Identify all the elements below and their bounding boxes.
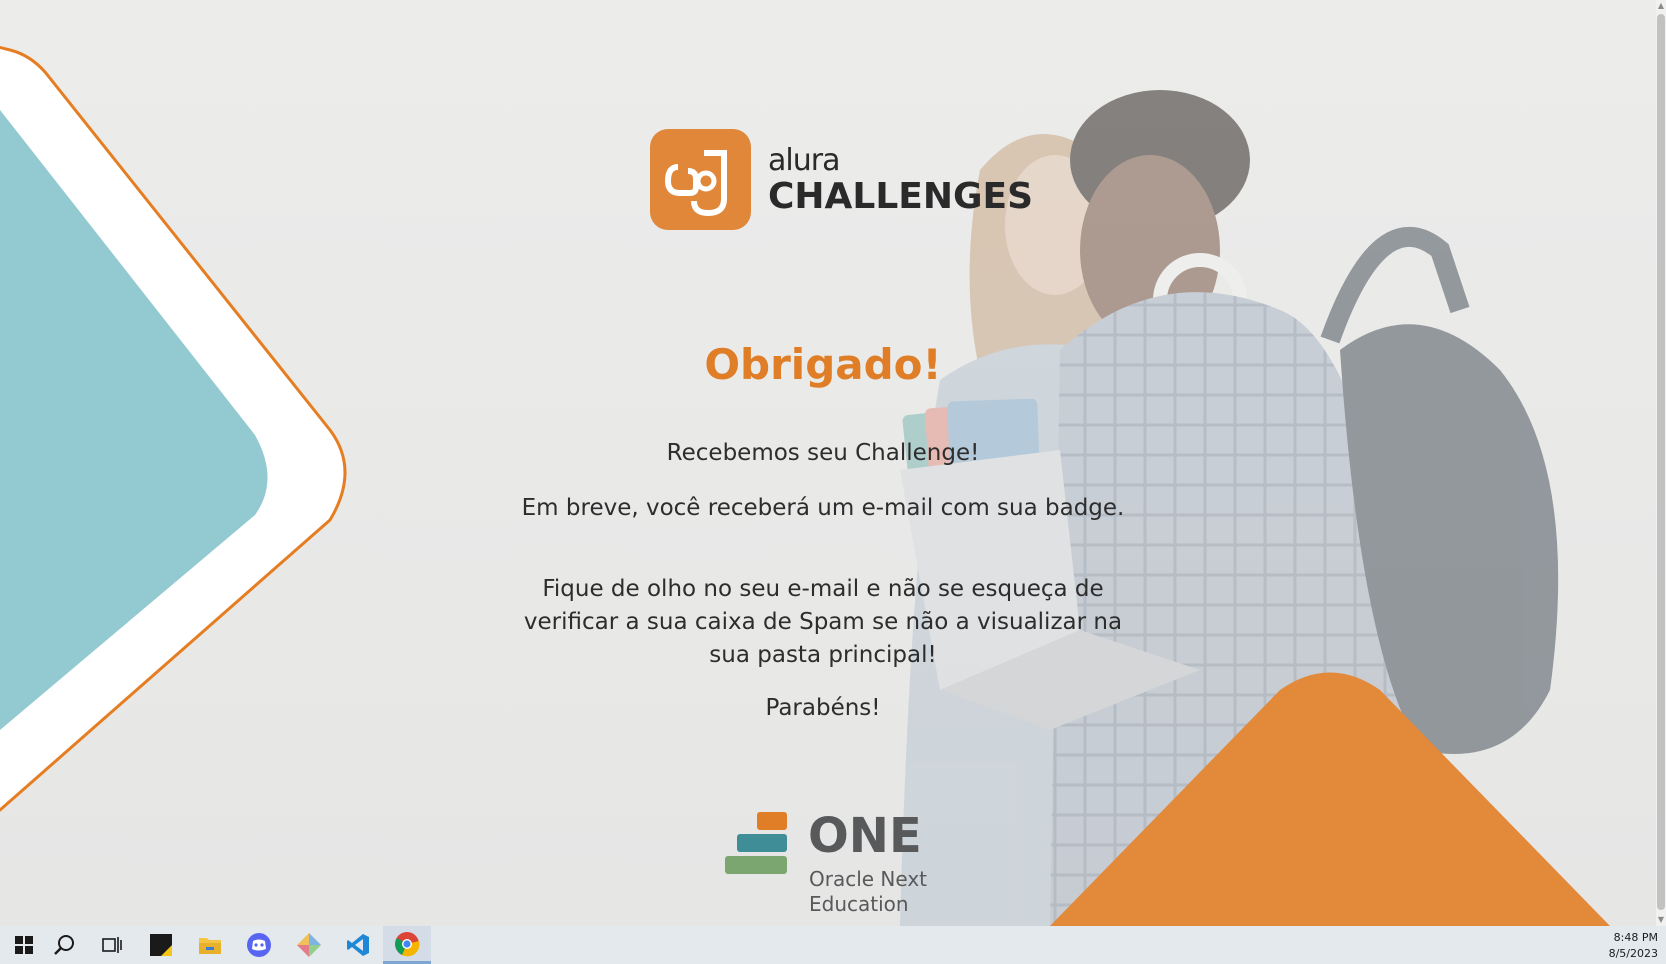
- one-subtitle: Oracle Next Education: [809, 867, 927, 917]
- system-clock[interactable]: 8:48 PM 8/5/2023: [1609, 930, 1658, 962]
- oracle-next-education-logo: ONE Oracle Next Education: [725, 808, 945, 918]
- scroll-up-icon[interactable]: ▲: [1656, 0, 1666, 12]
- one-stack-icon: [725, 812, 787, 874]
- message-line-1: Recebemos seu Challenge!: [666, 440, 980, 466]
- message-line-3: Fique de olho no seu e-mail e não se esq…: [523, 576, 1123, 668]
- page-title: Obrigado!: [704, 340, 942, 389]
- discord-icon[interactable]: [235, 926, 283, 964]
- chrome-icon[interactable]: [383, 926, 431, 964]
- windows-taskbar: 8:48 PM 8/5/2023: [0, 926, 1666, 964]
- sticky-notes-icon[interactable]: [137, 926, 185, 964]
- scroll-down-icon[interactable]: ▼: [1656, 914, 1666, 926]
- vertical-scrollbar[interactable]: ▲ ▼: [1656, 0, 1666, 926]
- vscode-icon[interactable]: [334, 926, 382, 964]
- one-subtitle-line-2: Education: [809, 892, 909, 916]
- scroll-thumb[interactable]: [1657, 14, 1665, 910]
- thank-you-page: alura CHALLENGES Obrigado! Recebemos seu…: [0, 0, 1656, 926]
- task-view-icon[interactable]: [88, 926, 136, 964]
- one-subtitle-line-1: Oracle Next: [809, 867, 928, 891]
- left-decorative-shape: [0, 45, 347, 812]
- snorkel-icon: [650, 129, 751, 230]
- clock-date: 8/5/2023: [1608, 947, 1658, 960]
- clock-time: 8:48 PM: [1613, 931, 1658, 944]
- one-word: ONE: [808, 808, 922, 864]
- search-icon[interactable]: [40, 926, 88, 964]
- brand-small-text: alura: [768, 143, 840, 178]
- git-icon[interactable]: [285, 926, 333, 964]
- message-line-2: Em breve, você receberá um e-mail com su…: [521, 495, 1125, 521]
- message-line-4: Parabéns!: [765, 695, 881, 721]
- brand-big-text: CHALLENGES: [768, 176, 1034, 217]
- file-explorer-icon[interactable]: [186, 926, 234, 964]
- alura-challenges-logo: alura CHALLENGES: [650, 129, 1033, 230]
